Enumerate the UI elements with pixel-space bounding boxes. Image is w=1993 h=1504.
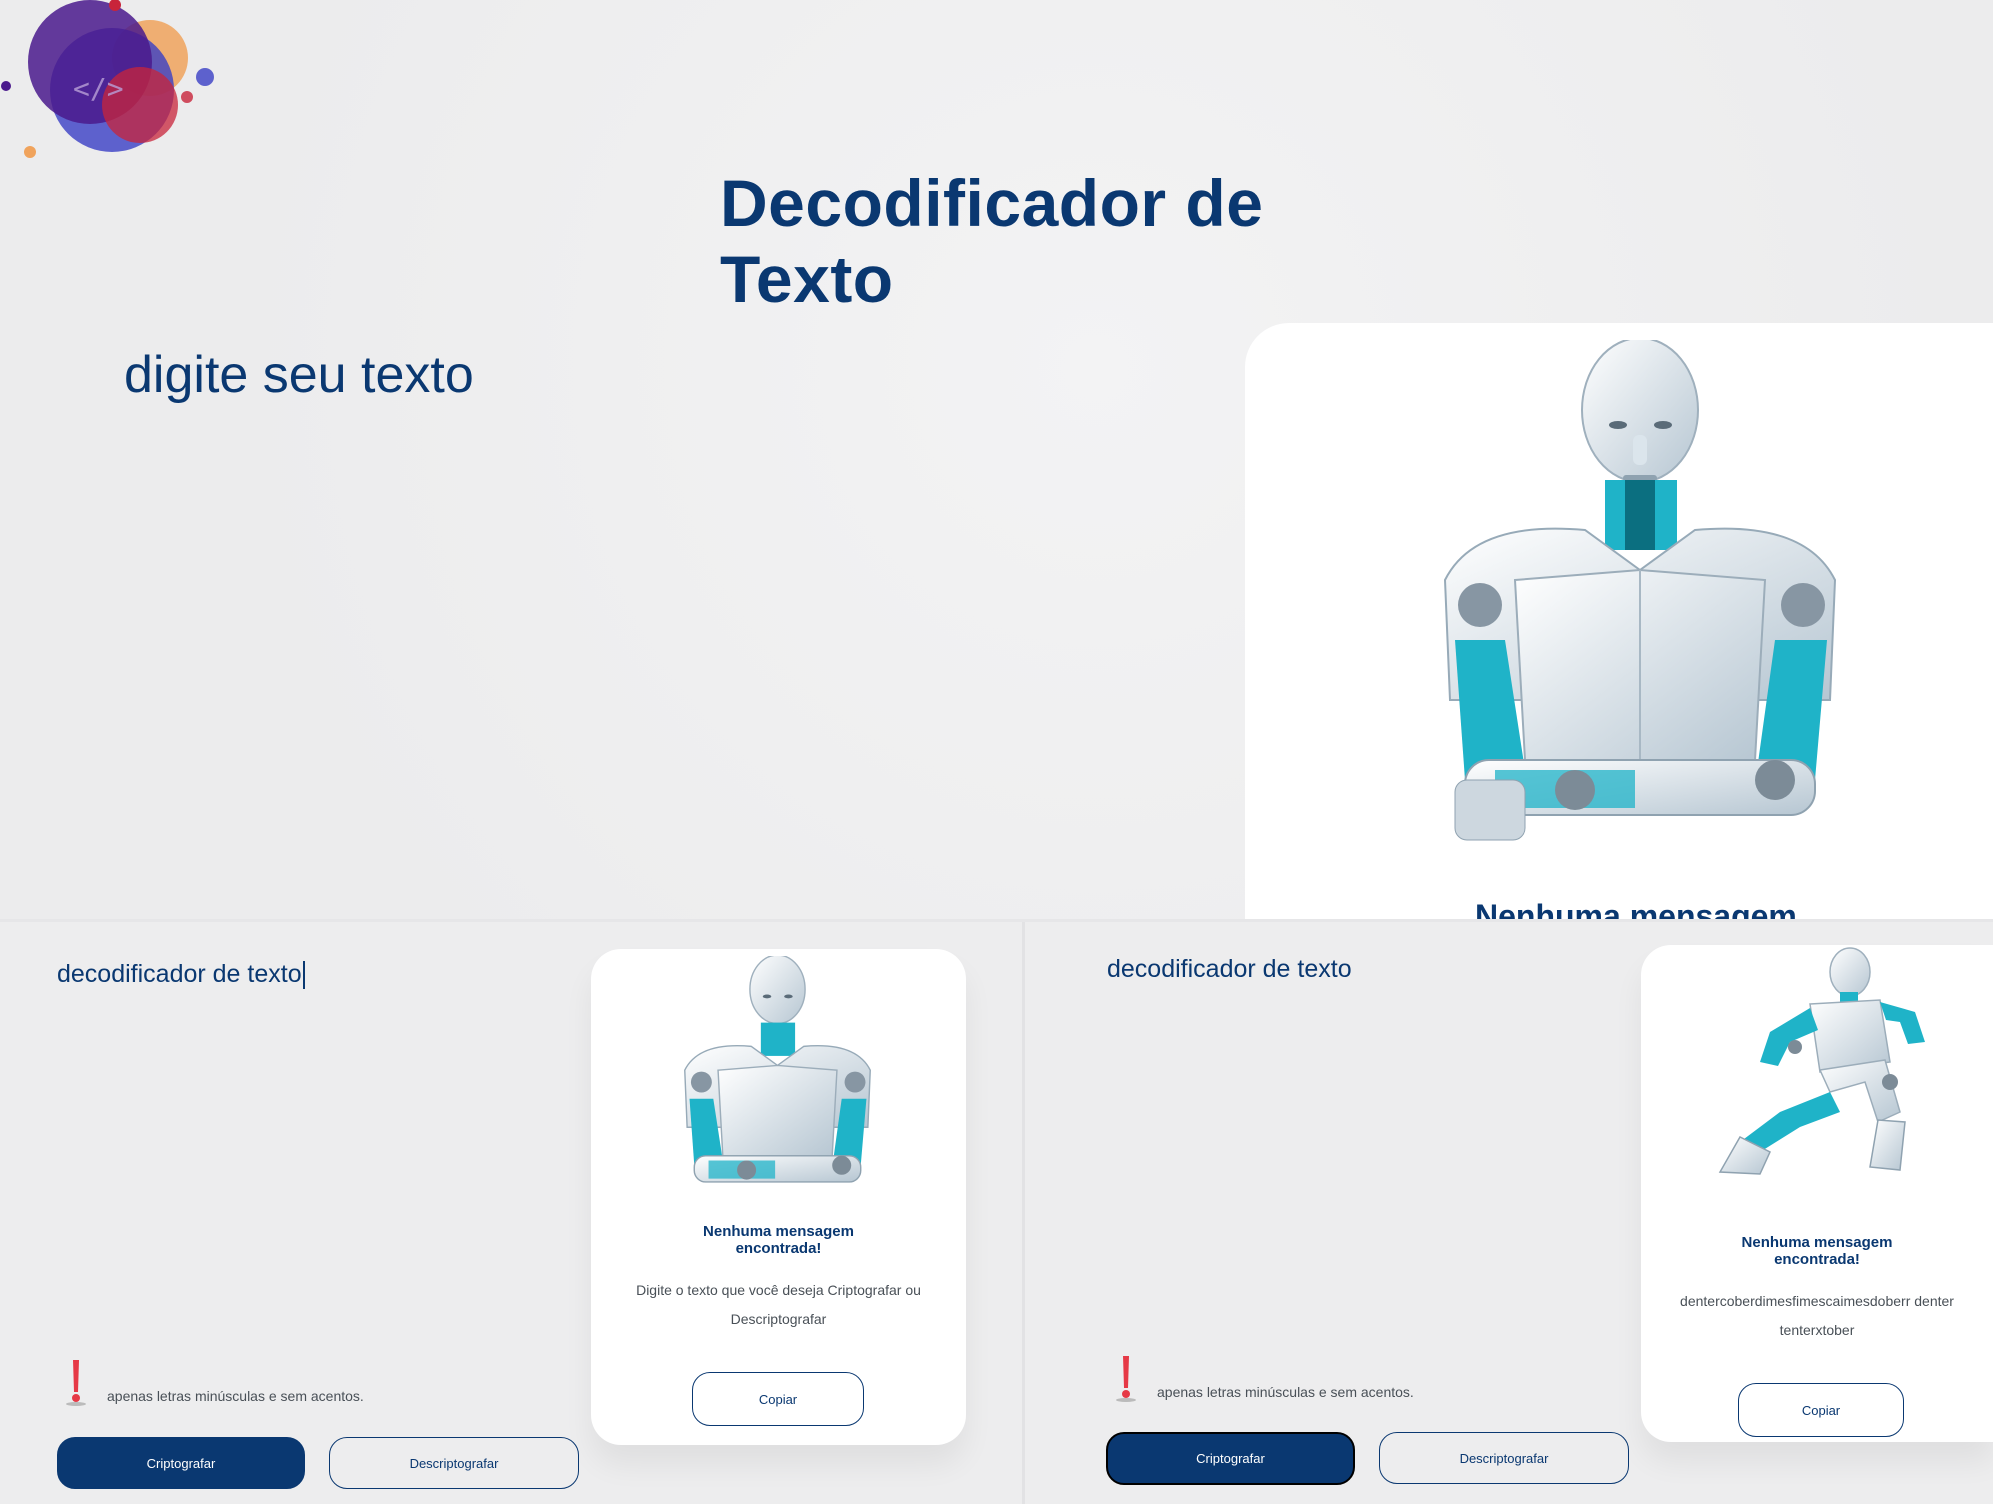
encrypt-button[interactable]: Criptografar	[1106, 1432, 1355, 1485]
robot-illustration	[1718, 947, 1925, 1175]
output-card-title: Nenhuma mensagem encontrada!	[591, 1223, 966, 1257]
encrypt-button[interactable]: Criptografar	[57, 1437, 305, 1489]
output-card-title-line1: Nenhuma mensagem	[1741, 1234, 1893, 1251]
text-input[interactable]: decodificador de texto	[57, 960, 305, 990]
code-logo-icon: </>	[1, 0, 214, 158]
output-card-body-line1: Digite o texto que você deseja Criptogra…	[636, 1282, 921, 1298]
page-title: Decodificador de Texto	[720, 166, 1264, 316]
output-card-title-line1: Nenhuma mensagem	[703, 1223, 854, 1240]
hint-text: apenas letras minúsculas e sem acentos.	[1157, 1384, 1414, 1400]
svg-text:</>: </>	[73, 72, 124, 105]
text-input-value: decodificador de texto	[57, 960, 302, 988]
copy-button[interactable]: Copiar	[1738, 1383, 1904, 1437]
copy-button[interactable]: Copiar	[692, 1372, 864, 1426]
text-input-value: decodificador de texto	[1107, 955, 1352, 983]
text-input-placeholder[interactable]: digite seu texto	[124, 345, 474, 405]
exclamation-icon	[66, 1360, 86, 1406]
hint: apenas letras minúsculas e sem acentos.	[57, 1358, 364, 1406]
output-card-title-line2: encontrada!	[1774, 1251, 1860, 1268]
output-card-body-line2: Descriptografar	[730, 1311, 827, 1327]
output-card-title: Nenhuma mensagem encontrada!	[1641, 1234, 1993, 1268]
output-card-body: Digite o texto que você deseja Criptogra…	[591, 1276, 966, 1334]
hint-text: apenas letras minúsculas e sem acentos.	[107, 1388, 364, 1404]
robot-illustration	[1443, 340, 1837, 841]
text-caret	[302, 961, 305, 990]
output-card-body-line2: tenterxtober	[1779, 1322, 1855, 1338]
exclamation-icon	[1116, 1356, 1136, 1402]
text-input[interactable]: decodificador de texto	[1107, 955, 1352, 984]
robot-illustration	[684, 956, 871, 1183]
hint: apenas letras minúsculas e sem acentos.	[1107, 1354, 1414, 1402]
decrypt-button[interactable]: Descriptografar	[329, 1437, 579, 1489]
output-card-body-line1: dentercoberdimesfimescaimesdoberr denter	[1680, 1293, 1954, 1309]
output-card-body: dentercoberdimesfimescaimesdoberr denter…	[1641, 1287, 1993, 1345]
output-card-title-line2: encontrada!	[735, 1240, 822, 1257]
decrypt-button[interactable]: Descriptografar	[1379, 1432, 1629, 1484]
